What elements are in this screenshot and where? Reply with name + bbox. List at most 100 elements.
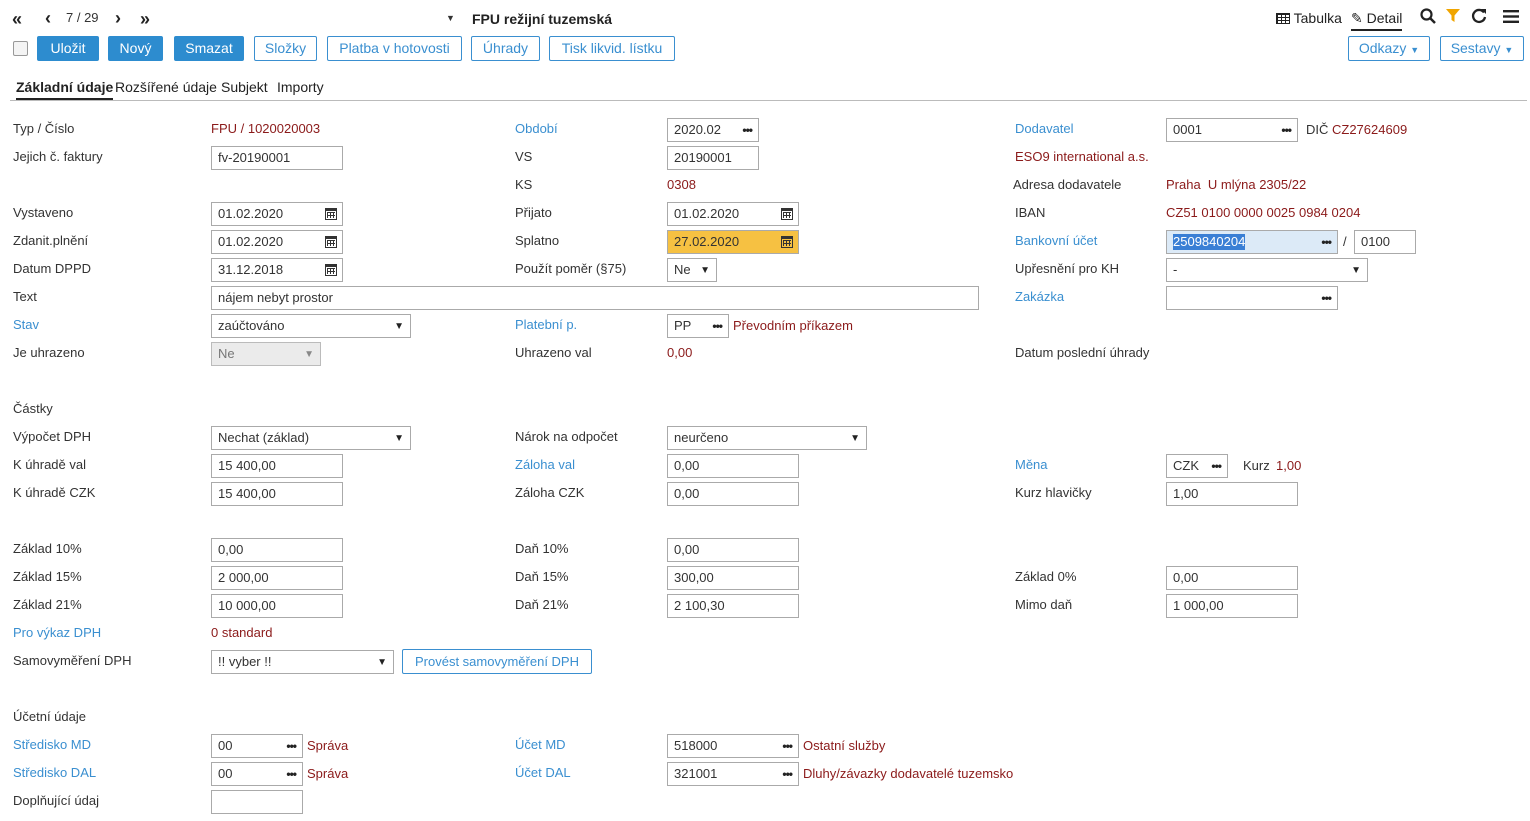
chevron-down-icon: ▼ [394, 433, 404, 444]
k-uhrade-czk-input[interactable]: 15 400,00 [211, 482, 343, 506]
save-button[interactable]: Uložit [37, 36, 99, 61]
zaloha-czk-label: Záloha CZK [515, 485, 585, 500]
castky-heading: Částky [13, 401, 53, 416]
ucet-dal-input[interactable]: 321001 ••• [667, 762, 799, 786]
view-detail[interactable]: ✎ Detail [1351, 10, 1403, 31]
dodavatel-label[interactable]: Dodavatel [1015, 121, 1074, 137]
kurz-label: Kurz [1243, 458, 1270, 473]
samo-select[interactable]: !! vyber !! ▼ [211, 650, 394, 674]
tab-importy[interactable]: Importy [277, 79, 324, 95]
calendar-icon[interactable] [781, 236, 793, 248]
ucet-md-label[interactable]: Účet MD [515, 737, 566, 753]
platebni-input[interactable]: PP ••• [667, 314, 729, 338]
splatno-input[interactable]: 27.02.2020 [667, 230, 799, 254]
d15-input[interactable]: 300,00 [667, 566, 799, 590]
calendar-icon[interactable] [325, 208, 337, 220]
reports-dropdown[interactable]: Sestavy ▼ [1440, 36, 1524, 61]
links-dropdown[interactable]: Odkazy ▼ [1348, 36, 1430, 61]
folders-button[interactable]: Složky [254, 36, 317, 61]
mimo-input[interactable]: 1 000,00 [1166, 594, 1298, 618]
ucet-input[interactable]: 2509840204 ••• [1166, 230, 1338, 254]
more-icon[interactable]: ••• [742, 122, 753, 138]
obdobi-input[interactable]: 2020.02 ••• [667, 118, 759, 142]
vykaz-label[interactable]: Pro výkaz DPH [13, 625, 101, 641]
platebni-label[interactable]: Platební p. [515, 317, 577, 333]
zakazka-label[interactable]: Zakázka [1015, 289, 1064, 305]
dppd-input[interactable]: 31.12.2018 [211, 258, 343, 282]
menu-icon[interactable] [1503, 10, 1519, 23]
ks-label: KS [515, 177, 533, 192]
first-record-icon[interactable]: « [12, 9, 22, 30]
search-icon[interactable] [1420, 8, 1436, 24]
text-input[interactable]: nájem nebyt prostor [211, 286, 979, 310]
links-label: Odkazy [1358, 40, 1407, 56]
zaloha-val-input[interactable]: 0,00 [667, 454, 799, 478]
payments-button[interactable]: Úhrady [471, 36, 540, 61]
z15-input[interactable]: 2 000,00 [211, 566, 343, 590]
print-slip-button[interactable]: Tisk likvid. lístku [549, 36, 675, 61]
z10-input[interactable]: 0,00 [211, 538, 343, 562]
more-icon[interactable]: ••• [1321, 290, 1332, 306]
filter-icon[interactable] [1446, 9, 1460, 23]
bank-code-input[interactable]: 0100 [1354, 230, 1416, 254]
mena-input[interactable]: CZK ••• [1166, 454, 1228, 478]
more-icon[interactable]: ••• [712, 318, 723, 334]
prijato-input[interactable]: 01.02.2020 [667, 202, 799, 226]
prev-record-icon[interactable]: ‹ [45, 8, 51, 29]
stred-md-label[interactable]: Středisko MD [13, 737, 91, 753]
view-table[interactable]: Tabulka [1276, 10, 1342, 26]
stav-label[interactable]: Stav [13, 317, 39, 333]
tab-subjekt[interactable]: Subjekt [221, 79, 268, 95]
stred-md-input[interactable]: 00 ••• [211, 734, 303, 758]
vystaveno-input[interactable]: 01.02.2020 [211, 202, 343, 226]
stav-select[interactable]: zaúčtováno ▼ [211, 314, 411, 338]
ucet-md-input[interactable]: 518000 ••• [667, 734, 799, 758]
more-icon[interactable]: ••• [1281, 122, 1292, 138]
upresneni-select[interactable]: - ▼ [1166, 258, 1368, 282]
refresh-icon[interactable] [1471, 8, 1487, 24]
zaloha-czk-input[interactable]: 0,00 [667, 482, 799, 506]
kurz-hl-input[interactable]: 1,00 [1166, 482, 1298, 506]
ucet-dal-label[interactable]: Účet DAL [515, 765, 571, 781]
more-icon[interactable]: ••• [782, 738, 793, 754]
next-record-icon[interactable]: › [115, 8, 121, 29]
tab-zakladni[interactable]: Základní údaje [16, 79, 114, 100]
calendar-icon[interactable] [325, 264, 337, 276]
more-icon[interactable]: ••• [1321, 234, 1332, 250]
stred-dal-label[interactable]: Středisko DAL [13, 765, 96, 781]
d21-input[interactable]: 2 100,30 [667, 594, 799, 618]
calendar-icon[interactable] [325, 236, 337, 248]
delete-button[interactable]: Smazat [174, 36, 244, 61]
stred-dal-input[interactable]: 00 ••• [211, 762, 303, 786]
pomer-select[interactable]: Ne ▼ [667, 258, 717, 282]
vs-input[interactable]: 20190001 [667, 146, 759, 170]
more-icon[interactable]: ••• [286, 766, 297, 782]
samo-button[interactable]: Provést samovyměření DPH [402, 649, 592, 674]
last-record-icon[interactable]: » [140, 9, 150, 30]
new-button[interactable]: Nový [108, 36, 163, 61]
select-checkbox[interactable] [13, 41, 28, 56]
chevron-down-icon[interactable]: ▼ [446, 13, 455, 23]
chevron-down-icon: ▼ [394, 321, 404, 332]
narok-select[interactable]: neurčeno ▼ [667, 426, 867, 450]
tab-rozsirene[interactable]: Rozšířené údaje [115, 79, 217, 95]
more-icon[interactable]: ••• [782, 766, 793, 782]
calendar-icon[interactable] [781, 208, 793, 220]
more-icon[interactable]: ••• [286, 738, 297, 754]
z21-input[interactable]: 10 000,00 [211, 594, 343, 618]
z0-input[interactable]: 0,00 [1166, 566, 1298, 590]
dopl-input[interactable] [211, 790, 303, 814]
more-icon[interactable]: ••• [1211, 458, 1222, 474]
cash-payment-button[interactable]: Platba v hotovosti [327, 36, 462, 61]
zaloha-val-label[interactable]: Záloha val [515, 457, 575, 473]
k-uhrade-val-input[interactable]: 15 400,00 [211, 454, 343, 478]
ucet-label[interactable]: Bankovní účet [1015, 233, 1097, 249]
mena-label[interactable]: Měna [1015, 457, 1048, 473]
zdanit-input[interactable]: 01.02.2020 [211, 230, 343, 254]
obdobi-label[interactable]: Období [515, 121, 558, 137]
jejich-input[interactable]: fv-20190001 [211, 146, 343, 170]
d10-input[interactable]: 0,00 [667, 538, 799, 562]
vypocet-select[interactable]: Nechat (základ) ▼ [211, 426, 411, 450]
dodavatel-input[interactable]: 0001 ••• [1166, 118, 1298, 142]
zakazka-input[interactable]: ••• [1166, 286, 1338, 310]
